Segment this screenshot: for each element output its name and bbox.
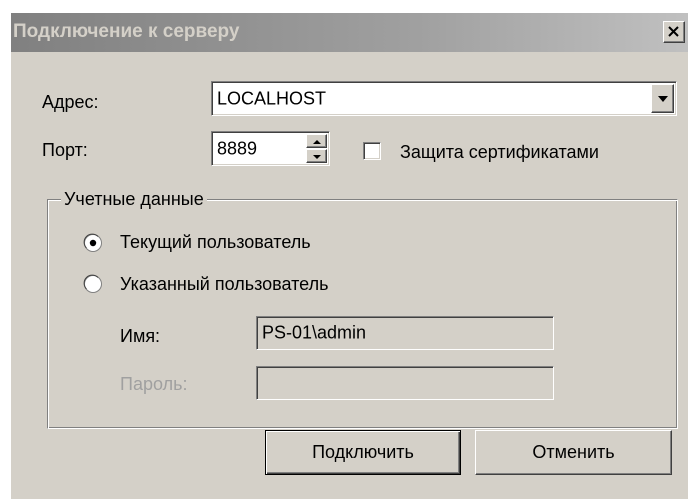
arrow-up-icon — [313, 140, 321, 144]
connect-to-server-dialog: Подключение к серверу Адрес: LOCALHOST П… — [10, 12, 688, 499]
credentials-group-title: Учетные данные — [61, 189, 207, 210]
title-bar[interactable]: Подключение к серверу — [11, 13, 688, 52]
close-button[interactable] — [663, 21, 685, 43]
certificate-checkbox[interactable] — [363, 142, 381, 160]
name-label: Имя: — [120, 326, 161, 346]
port-spin-down-button[interactable] — [306, 149, 327, 163]
address-dropdown-button[interactable] — [651, 84, 674, 113]
port-label: Порт: — [42, 140, 88, 160]
cancel-button[interactable]: Отменить — [475, 430, 672, 475]
address-value: LOCALHOST — [217, 88, 327, 108]
name-value: PS-01\admin — [262, 322, 367, 343]
port-value: 8889 — [217, 138, 258, 158]
arrow-down-icon — [313, 155, 321, 159]
dialog-title: Подключение к серверу — [13, 21, 240, 42]
certificate-label[interactable]: Защита сертификатами — [400, 142, 599, 163]
chevron-down-icon — [658, 96, 668, 102]
specified-user-radio[interactable] — [83, 274, 103, 294]
port-spin-up-button[interactable] — [306, 134, 327, 148]
name-field[interactable]: PS-01\admin — [256, 316, 554, 350]
specified-user-label[interactable]: Указанный пользователь — [120, 274, 328, 295]
port-spinbox[interactable]: 8889 — [211, 131, 330, 166]
address-label: Адрес: — [42, 92, 99, 112]
password-label: Пароль: — [120, 374, 188, 394]
address-combobox[interactable]: LOCALHOST — [211, 81, 677, 116]
password-field[interactable] — [256, 366, 554, 400]
current-user-radio[interactable] — [83, 233, 103, 253]
close-icon — [668, 26, 679, 37]
connect-button[interactable]: Подключить — [265, 430, 461, 475]
current-user-label[interactable]: Текущий пользователь — [120, 232, 311, 253]
